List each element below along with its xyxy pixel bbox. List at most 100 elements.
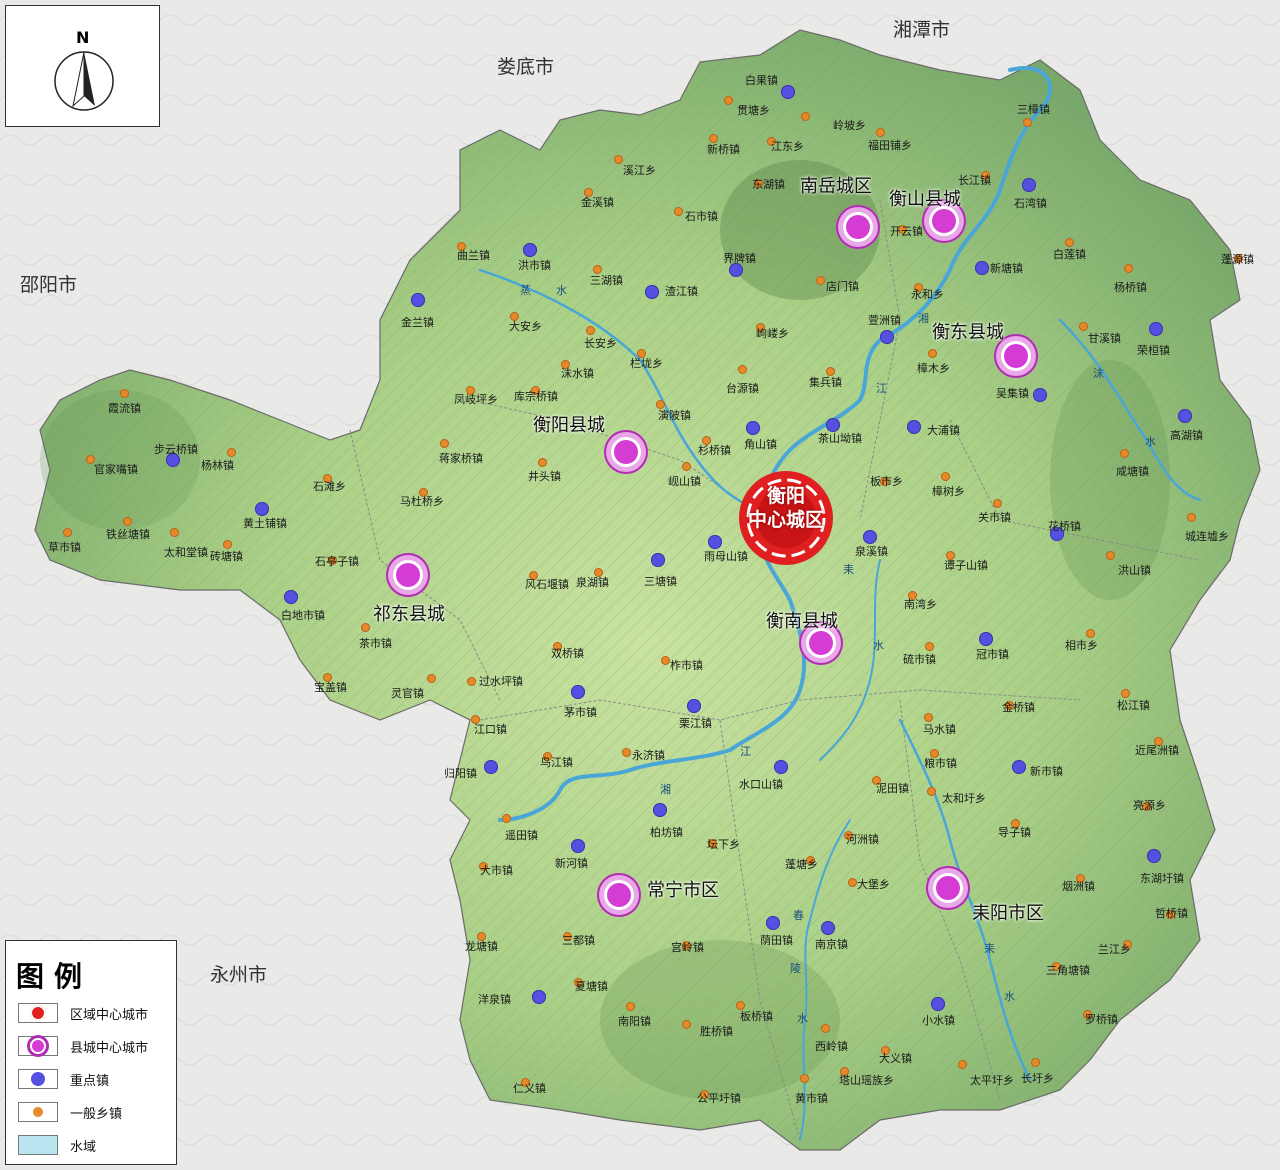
general-town-marker[interactable]	[940, 471, 950, 481]
general-town-marker[interactable]	[1022, 117, 1032, 127]
general-town-marker[interactable]	[226, 447, 236, 457]
key-town-marker[interactable]	[746, 421, 760, 435]
key-town-marker[interactable]	[863, 530, 877, 544]
general-town-marker[interactable]	[1085, 628, 1095, 638]
general-town-marker[interactable]	[426, 673, 436, 683]
general-town-marker[interactable]	[820, 1023, 830, 1033]
key-town-marker[interactable]	[1022, 178, 1036, 192]
key-town-marker[interactable]	[571, 685, 585, 699]
key-town-marker[interactable]	[645, 285, 659, 299]
general-town-label: 马杜桥乡	[400, 495, 444, 508]
general-town-marker[interactable]	[439, 438, 449, 448]
key-town-marker[interactable]	[1033, 388, 1047, 402]
key-town-marker[interactable]	[284, 590, 298, 604]
general-town-marker[interactable]	[723, 95, 733, 105]
general-town-label: 相市乡	[1065, 639, 1098, 652]
key-town-marker[interactable]	[766, 916, 780, 930]
county-marker-qidong[interactable]	[386, 553, 430, 597]
general-town-marker[interactable]	[660, 655, 670, 665]
key-town-marker[interactable]	[781, 85, 795, 99]
general-town-marker[interactable]	[585, 325, 595, 335]
general-town-marker[interactable]	[825, 366, 835, 376]
key-town-marker[interactable]	[907, 420, 921, 434]
county-marker-leiyang[interactable]	[926, 866, 970, 910]
general-town-marker[interactable]	[735, 1000, 745, 1010]
general-town-marker[interactable]	[62, 527, 72, 537]
key-town-marker[interactable]	[979, 632, 993, 646]
general-town-marker[interactable]	[815, 275, 825, 285]
general-town-marker[interactable]	[681, 1019, 691, 1029]
general-town-label: 官家嘴镇	[94, 463, 138, 476]
general-town-marker[interactable]	[1078, 321, 1088, 331]
general-town-marker[interactable]	[1105, 550, 1115, 560]
general-town-marker[interactable]	[992, 498, 1002, 508]
key-town-label: 吴集镇	[996, 387, 1029, 400]
general-town-marker[interactable]	[1186, 512, 1196, 522]
general-town-marker[interactable]	[1119, 448, 1129, 458]
county-marker-changning[interactable]	[597, 873, 641, 917]
general-town-marker[interactable]	[501, 813, 511, 823]
key-town-marker[interactable]	[571, 839, 585, 853]
general-town-marker[interactable]	[119, 388, 129, 398]
key-town-marker[interactable]	[651, 553, 665, 567]
county-marker-nanyue[interactable]	[836, 205, 880, 249]
key-town-marker[interactable]	[1147, 849, 1161, 863]
key-town-marker[interactable]	[687, 699, 701, 713]
general-town-marker[interactable]	[592, 264, 602, 274]
general-town-marker[interactable]	[621, 747, 631, 757]
general-town-marker[interactable]	[737, 364, 747, 374]
general-town-marker[interactable]	[122, 516, 132, 526]
general-town-marker[interactable]	[957, 1059, 967, 1069]
general-town-marker[interactable]	[800, 111, 810, 121]
neighbor-shaoyang-label: 邵阳市	[20, 274, 78, 296]
general-town-marker[interactable]	[222, 539, 232, 549]
general-town-marker[interactable]	[655, 399, 665, 409]
key-town-marker[interactable]	[1178, 409, 1192, 423]
key-town-marker[interactable]	[774, 760, 788, 774]
key-town-marker[interactable]	[523, 243, 537, 257]
general-town-marker[interactable]	[926, 786, 936, 796]
key-town-marker[interactable]	[826, 418, 840, 432]
general-town-marker[interactable]	[1120, 688, 1130, 698]
county-center-icon	[30, 1038, 46, 1054]
general-town-marker[interactable]	[708, 133, 718, 143]
general-town-label: 樟木乡	[917, 362, 950, 375]
general-town-label: 岘山镇	[668, 475, 701, 488]
key-town-marker[interactable]	[532, 990, 546, 1004]
key-town-marker[interactable]	[484, 760, 498, 774]
general-town-marker[interactable]	[875, 127, 885, 137]
key-town-marker[interactable]	[821, 921, 835, 935]
key-town-marker[interactable]	[931, 997, 945, 1011]
general-town-marker[interactable]	[681, 461, 691, 471]
general-town-marker[interactable]	[466, 676, 476, 686]
key-town-label: 新塘镇	[990, 262, 1023, 275]
key-town-marker[interactable]	[975, 261, 989, 275]
legend-symbol	[18, 1102, 58, 1122]
general-town-marker[interactable]	[1030, 1057, 1040, 1067]
key-town-marker[interactable]	[411, 293, 425, 307]
general-town-marker[interactable]	[360, 622, 370, 632]
key-town-marker[interactable]	[708, 535, 722, 549]
general-town-marker[interactable]	[613, 154, 623, 164]
key-town-marker[interactable]	[880, 330, 894, 344]
regional-center-icon	[30, 1005, 46, 1021]
general-town-marker[interactable]	[924, 641, 934, 651]
general-town-marker[interactable]	[1064, 237, 1074, 247]
general-town-marker[interactable]	[673, 206, 683, 216]
general-town-marker[interactable]	[625, 1001, 635, 1011]
key-town-marker[interactable]	[653, 803, 667, 817]
general-town-marker[interactable]	[799, 1073, 809, 1083]
key-town-marker[interactable]	[1149, 322, 1163, 336]
general-town-marker[interactable]	[927, 348, 937, 358]
general-town-marker[interactable]	[847, 877, 857, 887]
key-town-marker[interactable]	[729, 263, 743, 277]
key-town-marker[interactable]	[255, 502, 269, 516]
general-town-marker[interactable]	[169, 527, 179, 537]
general-town-label: 宫岭镇	[671, 941, 704, 954]
general-town-label: 近尾洲镇	[1135, 744, 1179, 757]
general-town-marker[interactable]	[537, 457, 547, 467]
county-marker-hengyangxian[interactable]	[604, 430, 648, 474]
key-town-marker[interactable]	[1012, 760, 1026, 774]
general-town-marker[interactable]	[923, 712, 933, 722]
general-town-marker[interactable]	[1123, 263, 1133, 273]
